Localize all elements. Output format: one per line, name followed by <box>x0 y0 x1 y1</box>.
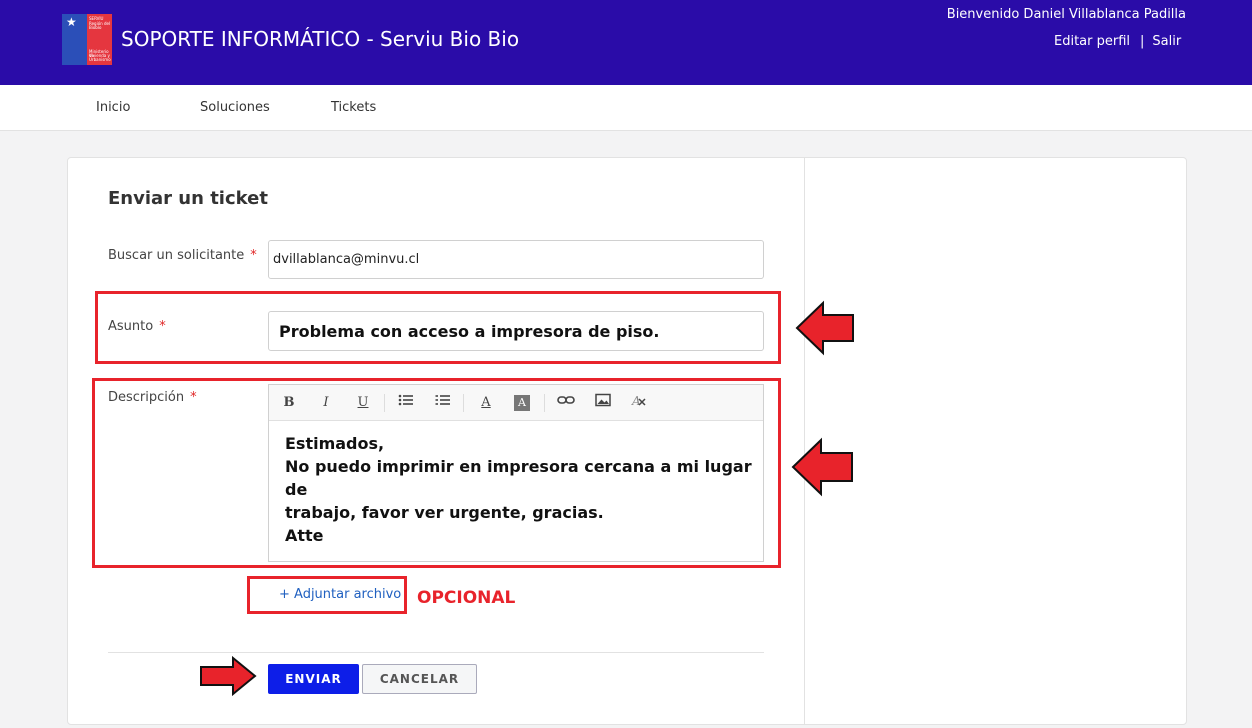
toolbar-separator <box>384 394 385 412</box>
logo-star-icon: ★ <box>66 15 77 29</box>
logo-text-line: Urbanismo <box>89 57 111 62</box>
bullet-list-icon[interactable] <box>396 393 416 413</box>
description-label-text: Descripción <box>108 390 185 405</box>
italic-icon[interactable]: I <box>316 393 336 413</box>
description-line: trabajo, favor ver urgente, gracias. <box>285 503 604 522</box>
annotation-arrow-left-icon <box>791 437 853 497</box>
main-nav: Inicio Soluciones Tickets <box>0 85 1252 131</box>
annotation-arrow-left-icon <box>795 300 854 356</box>
description-line: Atte <box>285 526 324 545</box>
logout-link[interactable]: Salir <box>1152 34 1181 49</box>
app-title: SOPORTE INFORMÁTICO - Serviu Bio Bio <box>121 27 520 51</box>
editor-toolbar: B I U A A A <box>269 385 763 421</box>
subject-label-text: Asunto <box>108 319 154 334</box>
clear-format-icon[interactable]: A <box>629 393 649 413</box>
bold-icon[interactable]: B <box>279 393 299 413</box>
requester-label: Buscar un solicitante * <box>108 248 257 263</box>
required-mark: * <box>190 390 197 405</box>
description-text[interactable]: Estimados, No puedo imprimir en impresor… <box>285 432 755 547</box>
attach-file-link[interactable]: + Adjuntar archivo <box>279 587 401 602</box>
optional-annotation: OPCIONAL <box>417 588 516 608</box>
background-color-icon[interactable]: A <box>514 395 530 411</box>
numbered-list-icon[interactable] <box>433 393 453 413</box>
edit-profile-link[interactable]: Editar perfil <box>1054 34 1130 49</box>
requester-search-input[interactable]: dvillablanca@minvu.cl <box>268 240 764 279</box>
description-label: Descripción * <box>108 390 197 405</box>
link-icon[interactable] <box>556 393 576 413</box>
underline-icon[interactable]: U <box>353 393 373 413</box>
text-color-icon[interactable]: A <box>476 393 496 413</box>
required-mark: * <box>250 248 257 263</box>
user-links: Editar perfil | Salir <box>1054 34 1181 49</box>
subject-label: Asunto * <box>108 319 166 334</box>
logo-text-line: Región del Biobío <box>89 21 111 30</box>
page-title: Enviar un ticket <box>108 188 268 209</box>
serviu-logo: ★ SERVIU Región del Biobío Ministerio de… <box>62 14 112 65</box>
send-button[interactable]: ENVIAR <box>268 664 359 694</box>
nav-item-soluciones[interactable]: Soluciones <box>200 100 270 115</box>
subject-input[interactable]: Problema con acceso a impresora de piso. <box>268 311 764 351</box>
required-mark: * <box>159 319 166 334</box>
description-editor[interactable]: B I U A A A Estimados, No puedo imprimir… <box>268 384 764 562</box>
description-line: Estimados, <box>285 434 385 453</box>
toolbar-separator <box>463 394 464 412</box>
toolbar-separator <box>544 394 545 412</box>
form-divider <box>108 652 764 653</box>
requester-label-text: Buscar un solicitante <box>108 248 245 263</box>
nav-item-tickets[interactable]: Tickets <box>331 100 376 115</box>
annotation-arrow-right-icon <box>200 656 257 696</box>
image-icon[interactable] <box>593 393 613 413</box>
link-separator: | <box>1140 34 1145 49</box>
welcome-message: Bienvenido Daniel Villablanca Padilla <box>946 7 1186 22</box>
description-line: No puedo imprimir en impresora cercana a… <box>285 457 752 499</box>
nav-item-inicio[interactable]: Inicio <box>96 100 130 115</box>
cancel-button[interactable]: CANCELAR <box>362 664 477 694</box>
